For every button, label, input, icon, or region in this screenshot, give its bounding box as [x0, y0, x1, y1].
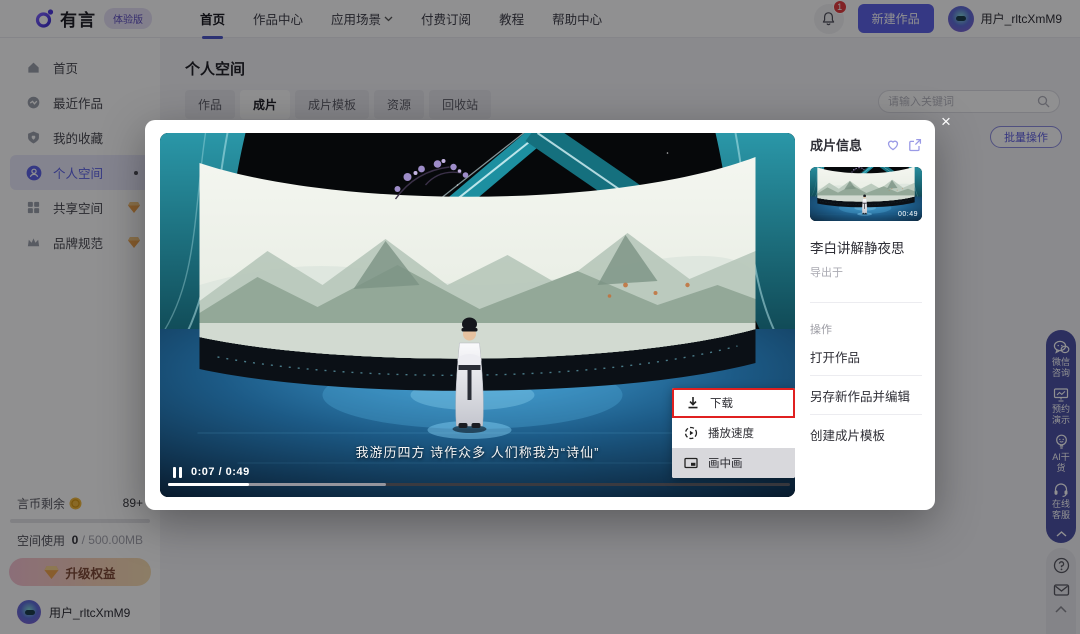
share-icon [908, 138, 922, 152]
progress-bar[interactable] [168, 483, 790, 486]
player-context-menu: 下载 播放速度 画中画 [672, 388, 795, 478]
action-open-work[interactable]: 打开作品 [810, 337, 922, 376]
pip-icon [684, 456, 698, 470]
video-preview-modal: 我游历四方 诗作众多 人们称我为“诗仙” 0:07 / 0:49 下载 [145, 120, 935, 510]
action-create-template[interactable]: 创建成片模板 [810, 415, 922, 453]
heart-icon [886, 138, 900, 151]
menu-item-label: 下载 [710, 395, 733, 411]
time-display: 0:07 / 0:49 [191, 466, 250, 478]
favorite-button[interactable] [886, 138, 900, 152]
video-info-panel: 成片信息 00:49 李白讲解静夜思 导出于 操作 [810, 135, 922, 453]
modal-close-button[interactable]: × [936, 112, 956, 132]
menu-item-label: 播放速度 [708, 425, 754, 441]
actions-label: 操作 [810, 321, 922, 337]
menu-item-label: 画中画 [708, 455, 743, 471]
video-title: 李白讲解静夜思 [810, 237, 922, 257]
share-button[interactable] [908, 138, 922, 152]
exported-at-label: 导出于 [810, 264, 922, 280]
action-save-as-new[interactable]: 另存新作品并编辑 [810, 376, 922, 415]
video-player[interactable]: 我游历四方 诗作众多 人们称我为“诗仙” 0:07 / 0:49 下载 [160, 133, 795, 497]
divider [810, 302, 922, 303]
download-icon [686, 396, 700, 410]
playback-speed-icon [684, 426, 698, 440]
app-root: 有言 体验版 首页 作品中心 应用场景 付费订阅 教程 帮助中心 1 新 [0, 0, 1080, 634]
menu-item-download[interactable]: 下载 [672, 388, 795, 418]
menu-item-picture-in-picture[interactable]: 画中画 [672, 448, 795, 478]
video-thumbnail[interactable]: 00:49 [810, 167, 922, 221]
pause-button[interactable] [173, 467, 182, 478]
info-panel-title: 成片信息 [810, 135, 862, 154]
menu-item-playback-speed[interactable]: 播放速度 [672, 418, 795, 448]
progress-played [168, 483, 249, 486]
duration-badge: 00:49 [898, 211, 918, 218]
player-controls: 0:07 / 0:49 [173, 466, 250, 478]
